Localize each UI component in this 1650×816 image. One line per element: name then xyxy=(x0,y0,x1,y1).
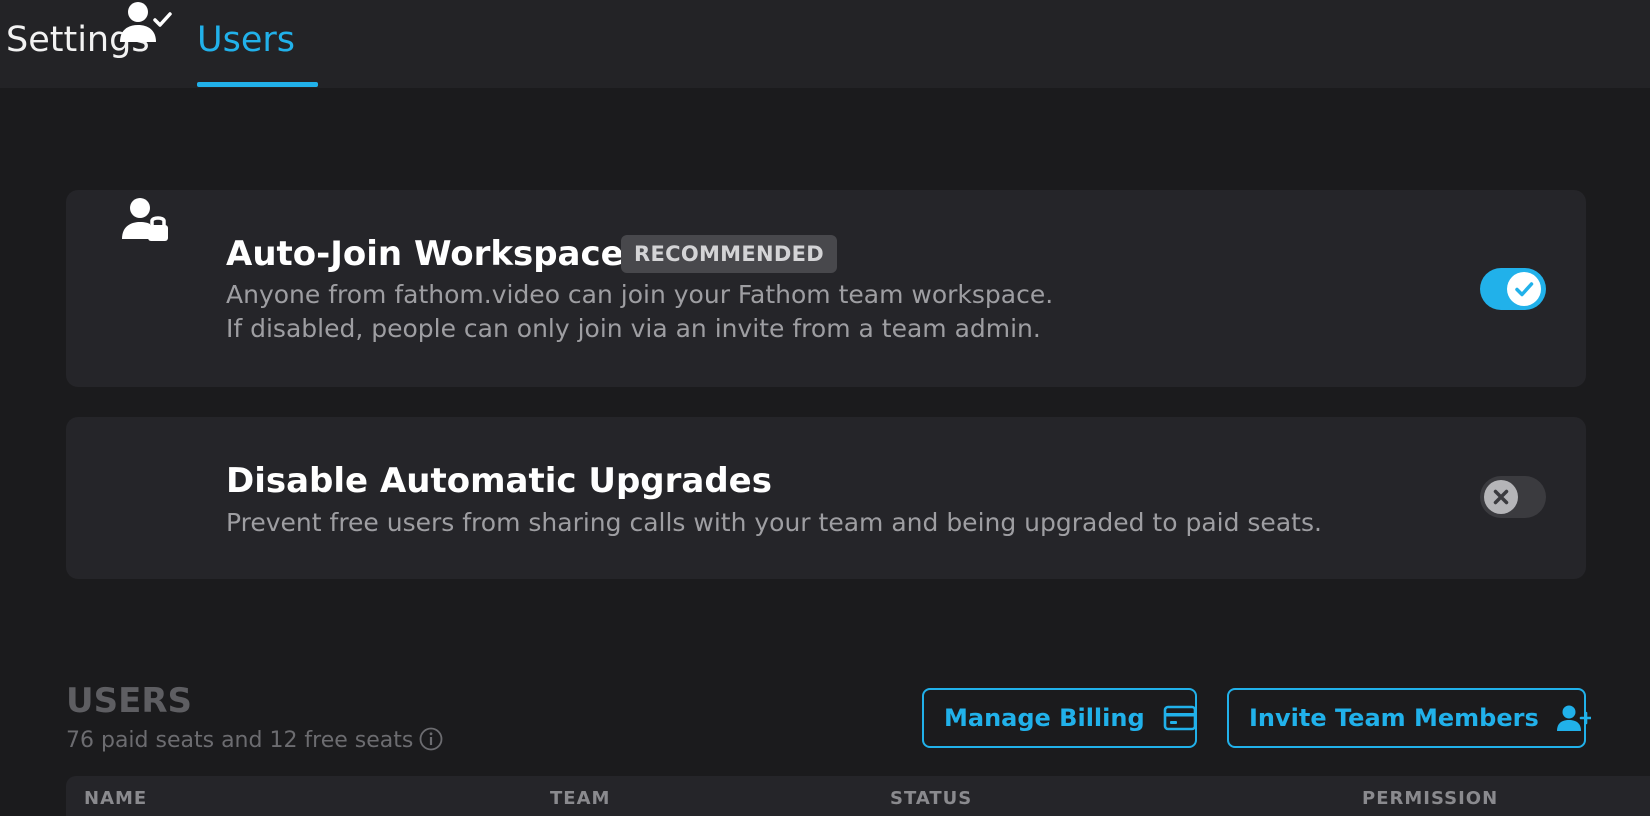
user-plus-icon xyxy=(1556,705,1591,731)
tab-users[interactable]: Users xyxy=(197,16,295,64)
users-table-header: NAME TEAM STATUS PERMISSION xyxy=(66,776,1650,816)
column-header-permission[interactable]: PERMISSION xyxy=(1362,788,1498,809)
column-header-name[interactable]: NAME xyxy=(84,788,147,809)
user-check-icon xyxy=(120,2,172,42)
auto-join-description-line2: If disabled, people can only join via an… xyxy=(226,314,1041,343)
users-section-title: USERS xyxy=(66,681,192,721)
user-lock-icon xyxy=(122,198,168,241)
manage-billing-label: Manage Billing xyxy=(944,704,1145,732)
auto-join-toggle[interactable] xyxy=(1480,268,1546,310)
seats-summary: 76 paid seats and 12 free seats xyxy=(66,725,443,757)
disable-upgrades-title: Disable Automatic Upgrades xyxy=(226,461,772,501)
seats-summary-text: 76 paid seats and 12 free seats xyxy=(66,728,414,753)
column-header-status[interactable]: STATUS xyxy=(890,788,972,809)
auto-join-description-line1: Anyone from fathom.video can join your F… xyxy=(226,280,1054,309)
invite-team-members-button[interactable]: Invite Team Members xyxy=(1227,688,1591,748)
close-icon xyxy=(1493,489,1509,505)
column-header-team[interactable]: TEAM xyxy=(550,788,610,809)
credit-card-icon xyxy=(1163,705,1196,731)
auto-join-title: Auto-Join Workspace xyxy=(226,234,624,274)
invite-team-members-label: Invite Team Members xyxy=(1249,704,1539,732)
toggle-knob xyxy=(1507,272,1541,306)
manage-billing-button[interactable]: Manage Billing xyxy=(922,688,1197,748)
check-icon xyxy=(1515,282,1534,297)
disable-upgrades-description: Prevent free users from sharing calls wi… xyxy=(226,508,1322,537)
recommended-badge: RECOMMENDED xyxy=(621,235,838,273)
info-icon[interactable] xyxy=(419,727,443,751)
top-tab-bar: Settings Users xyxy=(0,0,1650,88)
disable-upgrades-toggle[interactable] xyxy=(1480,476,1546,518)
active-tab-indicator xyxy=(197,82,318,87)
toggle-knob xyxy=(1484,480,1518,514)
